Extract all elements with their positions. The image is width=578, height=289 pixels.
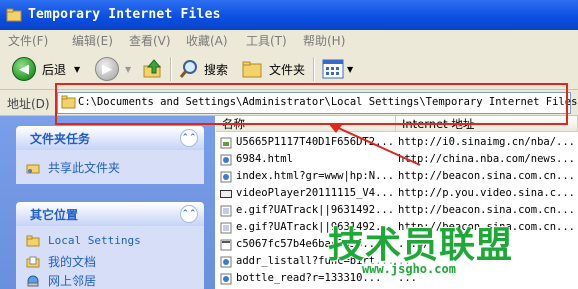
annotation-arrow-icon bbox=[328, 123, 421, 166]
swf-file-icon bbox=[220, 190, 232, 198]
file-name: e.gif?UATrack||9631492... bbox=[236, 204, 395, 216]
network-places-link[interactable]: 网上邻居 bbox=[26, 272, 96, 289]
back-arrow-icon: ◀ bbox=[12, 57, 36, 81]
file-row[interactable]: index.html?gr=www|hp:N... http://beacon.… bbox=[216, 169, 578, 185]
views-button[interactable]: ▼ bbox=[322, 55, 353, 83]
other-places-header[interactable]: 其它位置 ⌃⌃ bbox=[16, 202, 204, 226]
file-icon bbox=[220, 239, 232, 251]
menu-file[interactable]: 文件(F) bbox=[8, 32, 48, 49]
file-name: index.html?gr=www|hp:N... bbox=[236, 170, 395, 182]
my-documents-label: 我的文档 bbox=[48, 255, 97, 269]
menu-bar: 文件(F) 编辑(E) 查看(V) 收藏(A) 工具(T) 帮助(H) bbox=[0, 30, 578, 50]
forward-arrow-icon: ▶ bbox=[95, 57, 119, 81]
task-pane: 文件夹任务 ⌃⌃ 共享此文件夹 其它位置 ⌃⌃ Local Settings 我… bbox=[0, 116, 215, 289]
back-dropdown-icon[interactable]: ▼ bbox=[74, 65, 80, 74]
network-places-icon bbox=[27, 275, 39, 286]
folder-tasks-header[interactable]: 文件夹任务 ⌃⌃ bbox=[16, 126, 204, 150]
html-file-icon bbox=[220, 256, 232, 268]
file-url: http://beacon.sina.com.cn... bbox=[398, 170, 576, 182]
menu-favorites[interactable]: 收藏(A) bbox=[186, 32, 228, 49]
toolbar-separator bbox=[313, 57, 315, 81]
share-folder-label: 共享此文件夹 bbox=[48, 161, 121, 175]
html-file-icon bbox=[220, 273, 232, 285]
other-places-body: Local Settings 我的文档 网上邻居 bbox=[16, 226, 204, 289]
menu-edit[interactable]: 编辑(E) bbox=[72, 32, 113, 49]
html-file-icon bbox=[220, 171, 232, 183]
watermark-text: 技术员联盟 bbox=[328, 225, 514, 266]
views-icon bbox=[322, 59, 344, 79]
back-label: 后退 bbox=[42, 62, 67, 77]
forward-dropdown-icon[interactable]: ▼ bbox=[125, 65, 131, 74]
file-url: http://beacon.sina.com.cn... bbox=[398, 204, 576, 216]
my-documents-link[interactable]: 我的文档 bbox=[26, 253, 96, 270]
file-url: http://p.you.video.sina.c... bbox=[398, 187, 576, 199]
image-file-icon bbox=[220, 137, 232, 149]
folders-button[interactable]: 文件夹 bbox=[241, 55, 305, 83]
search-icon bbox=[179, 60, 197, 78]
collapse-chevron-icon[interactable]: ⌃⌃ bbox=[180, 205, 198, 223]
views-dropdown-icon[interactable]: ▼ bbox=[347, 65, 353, 74]
annotation-highlight-box bbox=[55, 83, 568, 125]
menu-view[interactable]: 查看(V) bbox=[129, 32, 171, 49]
up-folder-icon bbox=[143, 59, 162, 78]
my-documents-icon bbox=[26, 256, 40, 267]
watermark-url: www.jsgho.com bbox=[362, 262, 456, 276]
local-settings-label: Local Settings bbox=[48, 234, 141, 247]
folder-tasks-title: 文件夹任务 bbox=[30, 132, 91, 146]
gif-file-icon bbox=[220, 205, 232, 217]
toolbar-separator bbox=[170, 57, 172, 81]
up-folder-button[interactable] bbox=[142, 55, 164, 83]
search-button[interactable]: 搜索 bbox=[178, 55, 228, 83]
folder-tasks-body: 共享此文件夹 bbox=[16, 150, 204, 184]
file-row[interactable]: videoPlayer20111115_V4... http://p.you.v… bbox=[216, 186, 578, 202]
other-places-title: 其它位置 bbox=[30, 208, 79, 222]
title-bar: Temporary Internet Files bbox=[0, 0, 578, 30]
folders-icon bbox=[242, 61, 262, 78]
address-label: 地址(D) bbox=[7, 97, 50, 111]
watermark: 技术员联盟 www.jsgho.com bbox=[328, 216, 568, 286]
forward-button[interactable]: ▶ ▼ bbox=[95, 55, 131, 83]
local-settings-link[interactable]: Local Settings bbox=[26, 234, 141, 247]
collapse-chevron-icon[interactable]: ⌃⌃ bbox=[180, 129, 198, 147]
folder-icon bbox=[6, 8, 22, 22]
search-label: 搜索 bbox=[204, 62, 229, 77]
share-folder-icon bbox=[26, 164, 40, 173]
back-button[interactable]: ◀ 后退 ▼ bbox=[12, 55, 80, 83]
network-places-label: 网上邻居 bbox=[48, 274, 97, 288]
share-folder-link[interactable]: 共享此文件夹 bbox=[26, 159, 120, 176]
menu-tools[interactable]: 工具(T) bbox=[246, 32, 287, 49]
folders-label: 文件夹 bbox=[269, 62, 306, 77]
file-name: videoPlayer20111115_V4... bbox=[236, 187, 395, 199]
menu-help[interactable]: 帮助(H) bbox=[303, 32, 345, 49]
gif-file-icon bbox=[220, 222, 232, 234]
html-file-icon bbox=[220, 154, 232, 166]
window-title: Temporary Internet Files bbox=[28, 7, 221, 22]
folder-icon bbox=[26, 235, 40, 246]
